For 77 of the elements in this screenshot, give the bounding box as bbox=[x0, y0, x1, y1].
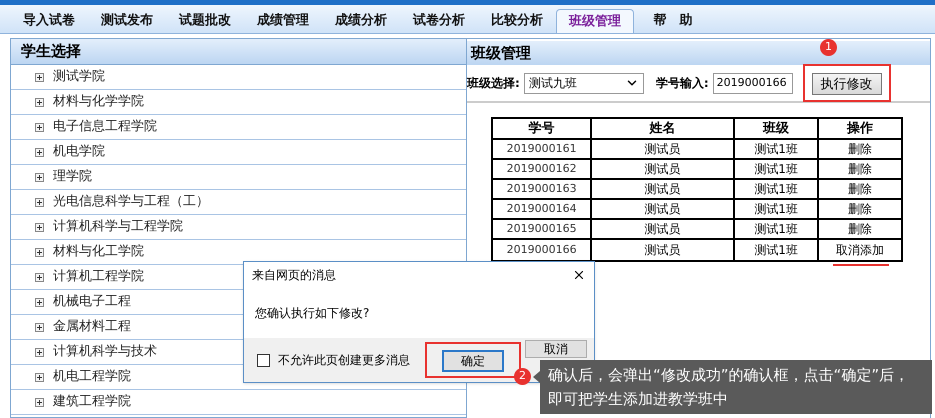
submit-button[interactable]: 执行修改 bbox=[812, 73, 882, 96]
panel-title: 学生选择 bbox=[11, 39, 466, 65]
table-cell: 测试1班 bbox=[735, 180, 820, 198]
column-header: 班级 bbox=[735, 119, 820, 138]
table-cell: 测试1班 bbox=[735, 220, 820, 238]
tree-item[interactable]: 理学院 bbox=[53, 167, 92, 187]
tree-item[interactable]: 建筑工程学院 bbox=[53, 392, 131, 412]
tab[interactable]: 成绩管理 bbox=[244, 9, 322, 33]
table-cell: 测试1班 bbox=[735, 200, 820, 218]
field-label: 学号输入: bbox=[656, 75, 709, 92]
action-link[interactable]: 删除 bbox=[819, 200, 901, 218]
tree-item[interactable]: 电子信息工程学院 bbox=[53, 117, 157, 137]
table-cell: 测试1班 bbox=[735, 160, 820, 178]
table-cell: 测试员 bbox=[592, 180, 736, 198]
dialog-title: 来自网页的消息 bbox=[252, 267, 336, 284]
expand-icon[interactable] bbox=[35, 72, 44, 82]
action-link[interactable]: 删除 bbox=[819, 220, 901, 238]
table-cell: 测试员 bbox=[592, 160, 736, 178]
tree-item[interactable]: 计算机工程学院 bbox=[53, 267, 144, 287]
expand-icon[interactable] bbox=[35, 398, 44, 406]
tree-item[interactable]: 材料与化工学院 bbox=[53, 242, 144, 262]
column-header: 操作 bbox=[846, 120, 874, 138]
checkbox[interactable] bbox=[257, 354, 270, 366]
expand-icon[interactable] bbox=[35, 98, 44, 106]
expand-icon[interactable] bbox=[35, 222, 44, 232]
tree-item[interactable]: 光电信息科学与工程（工） bbox=[53, 192, 209, 212]
action-link[interactable]: 删除 bbox=[819, 160, 901, 178]
tree-item[interactable]: 机械电子工程 bbox=[53, 292, 131, 312]
table-cell: 2019000165 bbox=[493, 220, 592, 238]
action-link[interactable]: 取消添加 bbox=[819, 240, 901, 260]
dialog-message: 您确认执行如下修改? bbox=[254, 305, 370, 322]
action-link[interactable]: 删除 bbox=[819, 180, 901, 198]
field-label: 班级选择: bbox=[467, 75, 520, 92]
table-cell: 测试员 bbox=[592, 140, 736, 158]
expand-icon[interactable] bbox=[35, 198, 44, 206]
tree-item[interactable]: 测试学院 bbox=[53, 67, 105, 87]
tab[interactable]: 比较分析 bbox=[478, 9, 556, 33]
close-icon[interactable] bbox=[572, 268, 586, 282]
expand-icon[interactable] bbox=[35, 348, 44, 356]
column-header: 学号 bbox=[493, 119, 592, 138]
column-header: 姓名 bbox=[592, 119, 736, 138]
tab[interactable]: 试卷分析 bbox=[400, 9, 478, 33]
tab[interactable]: 导入试卷 bbox=[10, 9, 88, 33]
tab[interactable]: 成绩分析 bbox=[322, 9, 400, 33]
action-link[interactable]: 删除 bbox=[819, 140, 901, 158]
table-cell: 测试员 bbox=[592, 200, 736, 218]
tab[interactable]: 试题批改 bbox=[166, 9, 244, 33]
table-cell: 测试1班 bbox=[735, 140, 820, 158]
tree-item[interactable]: 机电工程学院 bbox=[53, 367, 131, 387]
tree-item[interactable]: 计算机科学与技术 bbox=[53, 342, 157, 362]
table-cell: 2019000163 bbox=[493, 180, 592, 198]
student-id-input[interactable]: 2019000166 bbox=[712, 72, 793, 94]
checkbox-label: 不允许此页创建更多消息 bbox=[278, 352, 410, 369]
table-cell: 测试1班 bbox=[735, 240, 820, 260]
confirm-button[interactable]: 确定 bbox=[442, 350, 504, 372]
tree-item[interactable]: 计算机科学与工程学院 bbox=[53, 217, 183, 237]
table-cell: 测试员 bbox=[592, 220, 736, 238]
expand-icon[interactable] bbox=[35, 248, 44, 256]
tab[interactable]: 帮 助 bbox=[634, 9, 712, 33]
tab[interactable]: 班级管理 bbox=[556, 9, 634, 33]
table-cell: 2019000161 bbox=[493, 140, 592, 158]
table-cell: 2019000162 bbox=[493, 160, 592, 178]
expand-icon[interactable] bbox=[35, 272, 44, 282]
expand-icon[interactable] bbox=[35, 148, 44, 156]
class-select[interactable]: 测试九班 bbox=[524, 72, 644, 94]
tree-item[interactable]: 金属材料工程 bbox=[53, 317, 131, 337]
tree-item[interactable]: 机电学院 bbox=[53, 142, 105, 162]
tab[interactable]: 测试发布 bbox=[88, 9, 166, 33]
tooltip: 确认后，会弹出“修改成功”的确认框，点击“确定”后，即可把学生添加进教学班中 bbox=[540, 360, 932, 414]
expand-icon[interactable] bbox=[35, 322, 44, 332]
expand-icon[interactable] bbox=[35, 372, 44, 382]
tree-item[interactable]: 材料与化学学院 bbox=[53, 92, 144, 112]
expand-icon[interactable] bbox=[35, 172, 44, 182]
cancel-button[interactable]: 取消 bbox=[525, 340, 587, 358]
expand-icon[interactable] bbox=[35, 122, 44, 132]
table-cell: 2019000164 bbox=[493, 200, 592, 218]
expand-icon[interactable] bbox=[35, 298, 44, 306]
